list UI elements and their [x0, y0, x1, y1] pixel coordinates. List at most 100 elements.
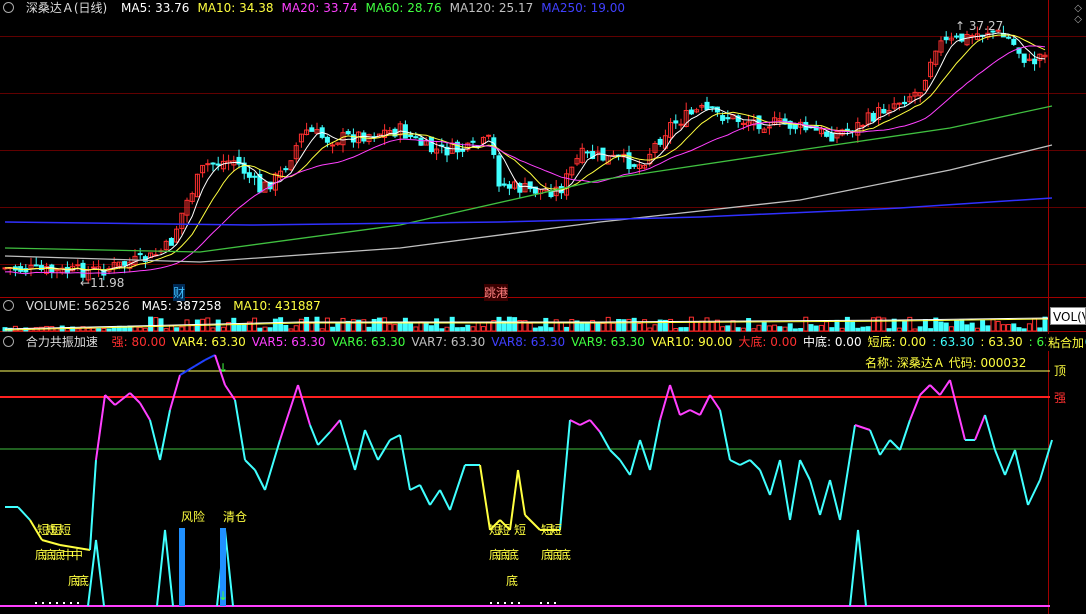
candle-body	[943, 36, 949, 41]
indicator-right-tag: 粘合加	[1045, 334, 1084, 351]
oscillator-segment	[204, 354, 216, 361]
candle-body	[205, 163, 211, 166]
ma10-line	[4, 34, 1046, 271]
candle-body	[215, 163, 221, 166]
candle-body	[688, 109, 694, 115]
oscillator-segment	[559, 419, 571, 531]
candle-body	[252, 175, 258, 178]
volume-bar	[995, 320, 1001, 332]
volume-bar	[912, 328, 918, 332]
dot-marker	[518, 602, 520, 604]
volume-bar	[512, 317, 518, 332]
volume-bar	[564, 326, 570, 332]
oscillator-segment	[909, 394, 921, 421]
volume-bar	[361, 319, 367, 332]
volume-bar	[506, 316, 512, 332]
oscillator-segment	[1027, 479, 1041, 506]
candle-body	[122, 261, 128, 266]
oscillator-segment	[579, 419, 591, 426]
volume-bar	[288, 328, 294, 332]
volume-bar	[314, 316, 320, 332]
indicator-var-7: VAR10: 90.00	[650, 335, 733, 349]
volume-bar	[855, 327, 861, 332]
candle-body	[210, 162, 216, 165]
indicator-header: 合力共振加速 强: 80.00 VAR4: 63.30 VAR5: 63.30 VAR…	[0, 334, 1086, 351]
pane-toggle-icon[interactable]	[3, 300, 14, 311]
volume-bar	[922, 319, 928, 332]
volume-bar	[148, 316, 154, 332]
oscillator-segment	[419, 484, 431, 506]
oscillator-segment	[1039, 439, 1053, 481]
oscillator-segment	[409, 484, 421, 491]
high-price-label: ↑ 37.27	[955, 19, 1004, 33]
oscillator-segment	[839, 424, 856, 521]
short-signal-left2: 短短	[50, 523, 71, 537]
oscillator-segment	[669, 384, 681, 416]
dot-marker	[42, 602, 44, 604]
volume-bar	[543, 317, 549, 332]
candle-body	[361, 132, 367, 142]
volume-bar	[917, 326, 923, 332]
bottom-signal-row2: 底底底	[489, 548, 519, 562]
oscillator-segment	[309, 424, 319, 446]
candle-body	[824, 131, 830, 137]
candle-body	[678, 123, 684, 126]
volume-bar	[220, 326, 226, 332]
volume-bar	[387, 323, 393, 332]
candle-body	[902, 101, 908, 105]
event-marker-jump[interactable]: 跳港	[484, 284, 509, 301]
volume-bar	[954, 320, 960, 332]
volume-bar	[340, 317, 346, 332]
oscillator-segment	[297, 384, 311, 426]
oscillator-segment	[1014, 449, 1029, 506]
volume-bar	[631, 317, 637, 332]
pane-toggle-icon[interactable]	[3, 336, 14, 347]
volume-tag[interactable]: VOL(V	[1050, 307, 1086, 325]
volume-bar	[787, 323, 793, 332]
volume-bar	[1037, 327, 1043, 332]
down-arrow-icon: ↓	[218, 361, 228, 375]
volume-bar	[902, 320, 908, 332]
volume-bar	[475, 322, 481, 332]
volume-bar	[90, 327, 96, 332]
volume-bar	[319, 328, 325, 332]
volume-bar	[153, 317, 159, 332]
volume-bar	[439, 328, 445, 332]
candle-body	[1032, 58, 1038, 65]
candle-body	[673, 120, 679, 124]
oscillator-segment	[869, 429, 881, 456]
short-signal-right: 短短	[541, 523, 562, 537]
candle-body	[969, 35, 975, 38]
risk-bar	[179, 528, 185, 606]
volume-bar	[673, 328, 679, 332]
volume-bar	[824, 321, 830, 332]
candle-body	[896, 102, 902, 105]
volume-bar	[402, 317, 408, 332]
volume-bar	[101, 328, 107, 332]
oscillator-segment	[149, 419, 161, 461]
candle-body	[631, 164, 637, 167]
volume-bar	[964, 324, 970, 332]
dot-marker	[540, 602, 542, 604]
volume-bar	[1021, 328, 1027, 332]
volume-bar	[740, 327, 746, 332]
candle-body	[870, 112, 876, 122]
oscillator-segment	[679, 409, 691, 416]
bottom-signal-single: 底	[506, 574, 519, 588]
volume-bar	[85, 327, 91, 332]
oscillator-segment	[779, 459, 791, 521]
bottom-signal-pair: 底底	[68, 574, 89, 588]
candle-body	[246, 172, 252, 178]
volume-bar	[397, 322, 403, 332]
volume-bar	[460, 327, 466, 332]
candle-body	[954, 35, 960, 38]
candle-body	[330, 144, 336, 147]
volume-bar	[496, 316, 502, 332]
oscillator-segment	[41, 539, 61, 546]
oscillator-segment	[609, 449, 621, 461]
volume-bar	[839, 327, 845, 332]
volume-bar	[683, 327, 689, 332]
candle-body	[792, 123, 798, 130]
indicator-var-3: VAR6: 63.30	[331, 335, 406, 349]
oscillator-segment	[799, 459, 811, 481]
